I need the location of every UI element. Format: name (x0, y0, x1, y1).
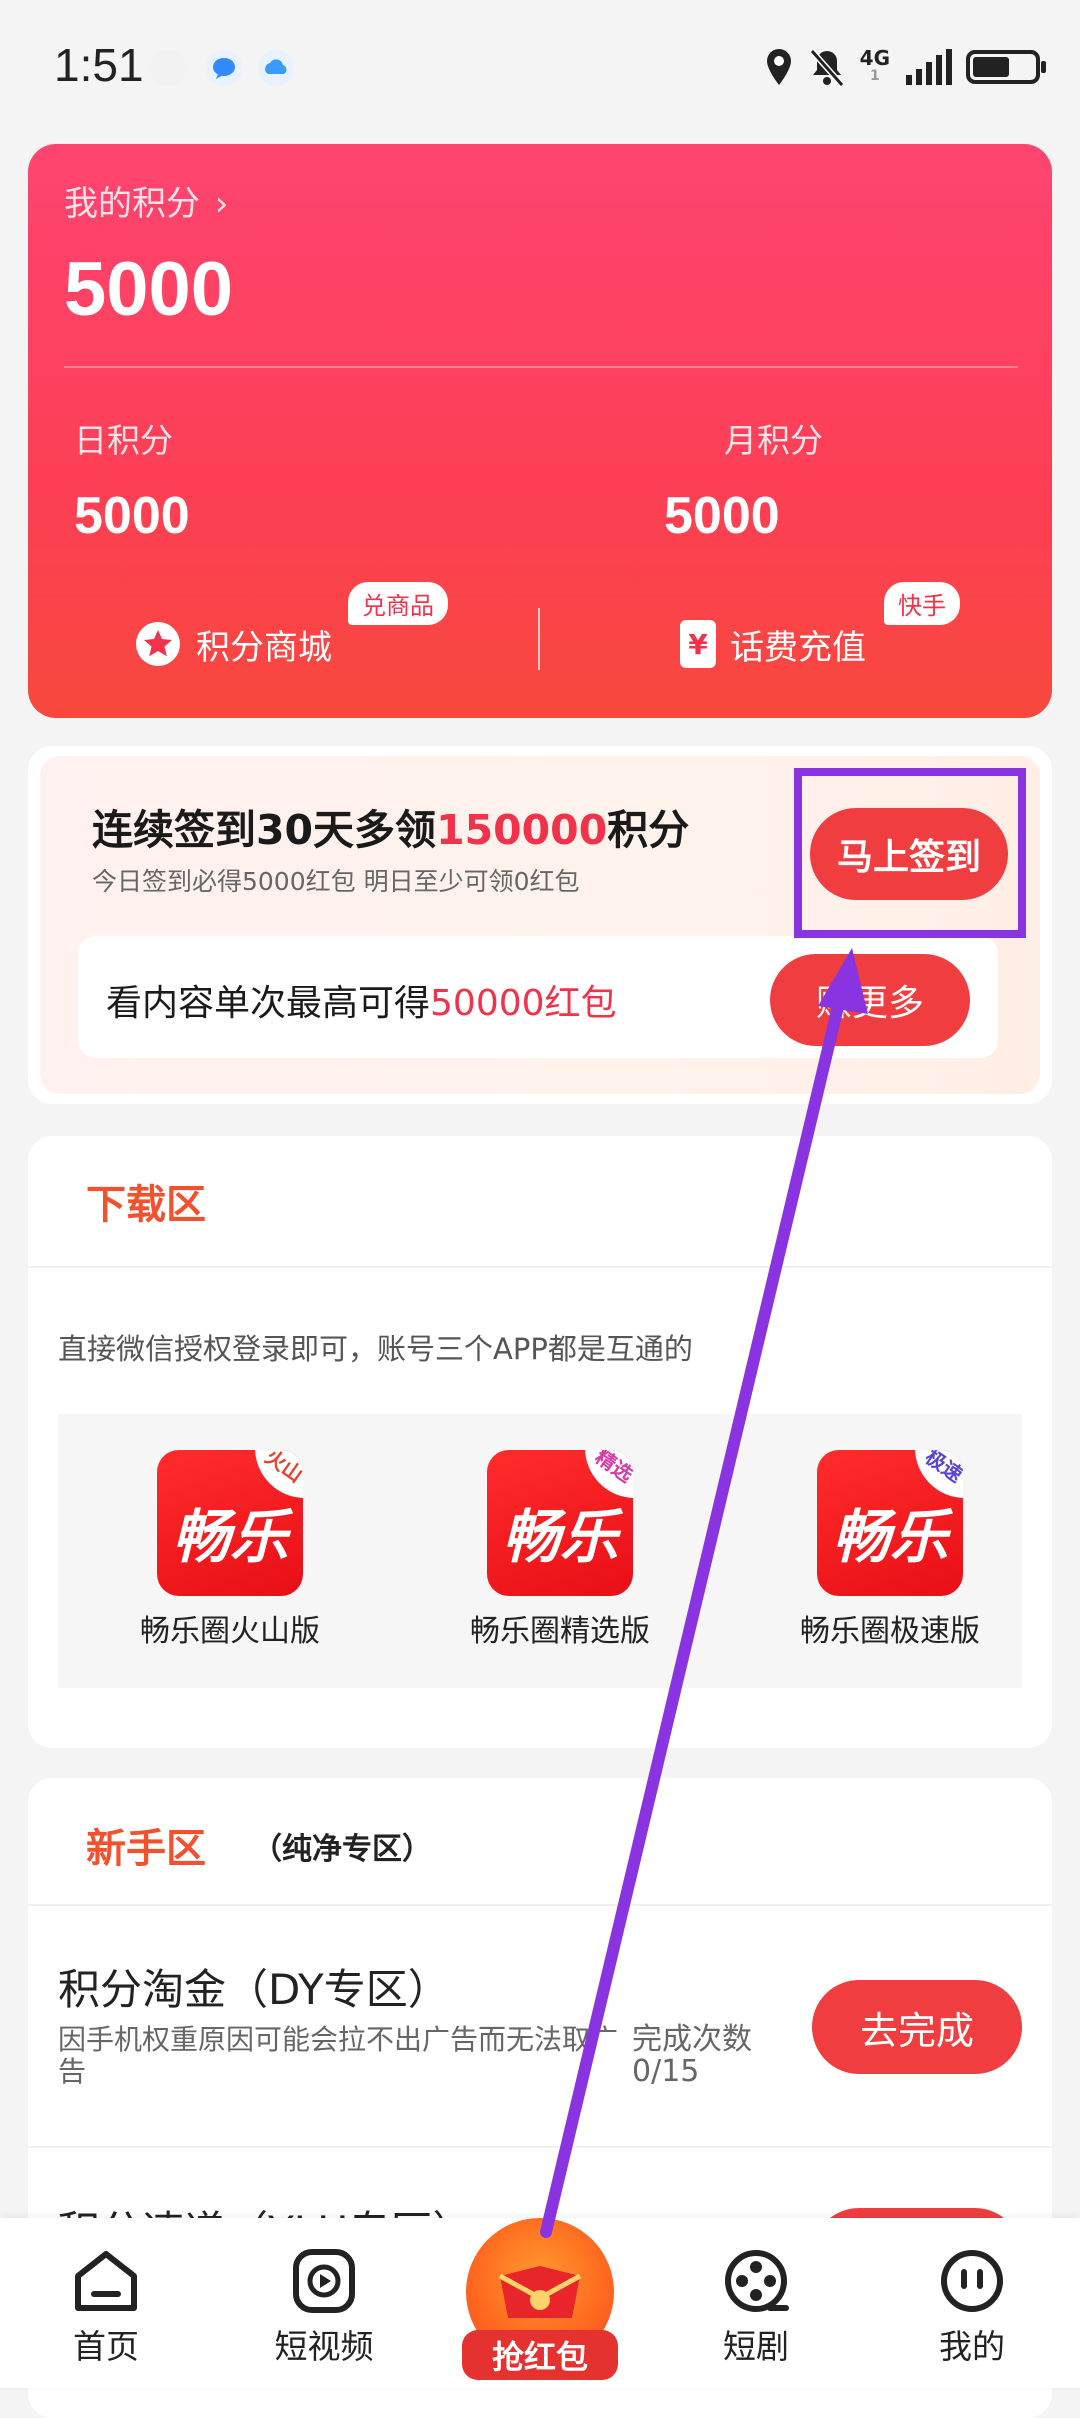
nav-short-drama-label: 短剧 (723, 2327, 789, 2366)
profile-face-icon (941, 2250, 1003, 2312)
divider (28, 1904, 1052, 1906)
status-bar: 1:51 4G 1 (0, 0, 1080, 130)
divider (64, 366, 1018, 368)
divider (28, 1266, 1052, 1268)
my-points-link[interactable]: 我的积分 › (64, 176, 228, 225)
changle-app-icon: 畅乐 极速 (817, 1450, 963, 1596)
task-title: 积分淘金（DY专区） (58, 1965, 450, 2014)
nav-short-video[interactable]: 短视频 (244, 2248, 404, 2368)
newbie-section-title: 新手区 (86, 1826, 206, 1872)
recharge-tag-badge: 快手 (884, 582, 960, 625)
nav-short-drama[interactable]: 短剧 (676, 2248, 836, 2368)
earn-more-button[interactable]: 赚更多 (770, 954, 970, 1046)
bottom-navigation: 首页 短视频 抢红包 短剧 我的 (0, 2218, 1080, 2388)
sign-in-headline: 连续签到30天多领150000积分 (92, 806, 690, 854)
network-type: 4G 1 (859, 46, 890, 84)
app-name: 畅乐圈极速版 (800, 1614, 980, 1649)
star-badge-icon (136, 622, 180, 666)
location-icon (766, 49, 791, 85)
app-jingxuan[interactable]: 畅乐 精选 畅乐圈精选版 (430, 1450, 690, 1650)
watch-content-text: 看内容单次最高可得50000红包 (106, 983, 617, 1024)
newbie-section-subtitle: （纯净专区） (252, 1832, 432, 1867)
huawei-app-icon (150, 50, 186, 86)
battery-level (973, 57, 1009, 77)
download-section-title: 下载区 (86, 1182, 206, 1228)
recharge-icon: ¥ (680, 620, 716, 668)
monthly-points-value: 5000 (664, 487, 780, 545)
app-huoshan[interactable]: 畅乐 火山 畅乐圈火山版 (100, 1450, 360, 1650)
film-reel-icon (725, 2250, 789, 2312)
app-name: 畅乐圈精选版 (470, 1614, 650, 1649)
download-note: 直接微信授权登录即可，账号三个APP都是互通的 (58, 1332, 693, 1366)
nav-short-video-label: 短视频 (274, 2327, 374, 2366)
daily-points-value: 5000 (74, 487, 190, 545)
nav-home[interactable]: 首页 (26, 2248, 186, 2368)
message-bubble-icon (206, 50, 242, 86)
status-time: 1:51 (54, 39, 144, 91)
status-indicators: 4G 1 (764, 44, 1046, 90)
app-jisu[interactable]: 畅乐 极速 畅乐圈极速版 (760, 1450, 1020, 1650)
points-card: 我的积分 › 5000 日积分 5000 月积分 5000 积分商城 兑商品 ¥… (28, 144, 1052, 718)
task-description: 因手机权重原因可能会拉不出广告而无法取广告 (58, 2023, 619, 2088)
app-name: 畅乐圈火山版 (140, 1614, 320, 1649)
daily-points-label: 日积分 (74, 421, 173, 460)
complete-task-button[interactable]: 去完成 (812, 1980, 1022, 2074)
task-count: 完成次数 0/15 (632, 2022, 752, 2089)
nav-home-label: 首页 (73, 2327, 139, 2366)
watch-content-row: 看内容单次最高可得50000红包 赚更多 (78, 936, 998, 1058)
points-mall-label: 积分商城 (196, 627, 332, 668)
nav-mine[interactable]: 我的 (892, 2248, 1052, 2368)
chevron-right-icon: › (214, 184, 229, 224)
changle-app-icon: 畅乐 火山 (157, 1450, 303, 1596)
play-icon (293, 2249, 355, 2313)
phone-recharge-button[interactable]: ¥ 话费充值 (680, 614, 866, 674)
mall-tag-badge: 兑商品 (348, 582, 448, 625)
nav-grab-red-packet[interactable]: 抢红包 (462, 2208, 618, 2388)
monthly-points-label: 月积分 (724, 421, 823, 460)
divider (538, 608, 540, 670)
nav-mine-label: 我的 (939, 2327, 1005, 2366)
points-mall-button[interactable]: 积分商城 (134, 614, 332, 674)
mute-bell-icon (809, 49, 844, 87)
total-points: 5000 (64, 247, 234, 332)
download-section: 下载区 直接微信授权登录即可，账号三个APP都是互通的 畅乐 火山 畅乐圈火山版… (28, 1136, 1052, 1748)
changle-app-icon: 畅乐 精选 (487, 1450, 633, 1596)
sign-in-subtext: 今日签到必得5000红包 明日至少可领0红包 (92, 867, 580, 896)
cloud-icon (258, 50, 294, 86)
nav-grab-red-packet-label: 抢红包 (462, 2330, 618, 2380)
annotation-highlight-box (794, 768, 1026, 938)
battery-icon (966, 50, 1046, 84)
app-list: 畅乐 火山 畅乐圈火山版 畅乐 精选 畅乐圈精选版 畅乐 极速 畅乐圈极速版 (58, 1414, 1022, 1688)
divider (28, 2146, 1052, 2148)
signal-icon (906, 49, 952, 85)
home-icon (75, 2251, 137, 2311)
phone-recharge-label: 话费充值 (730, 627, 866, 668)
